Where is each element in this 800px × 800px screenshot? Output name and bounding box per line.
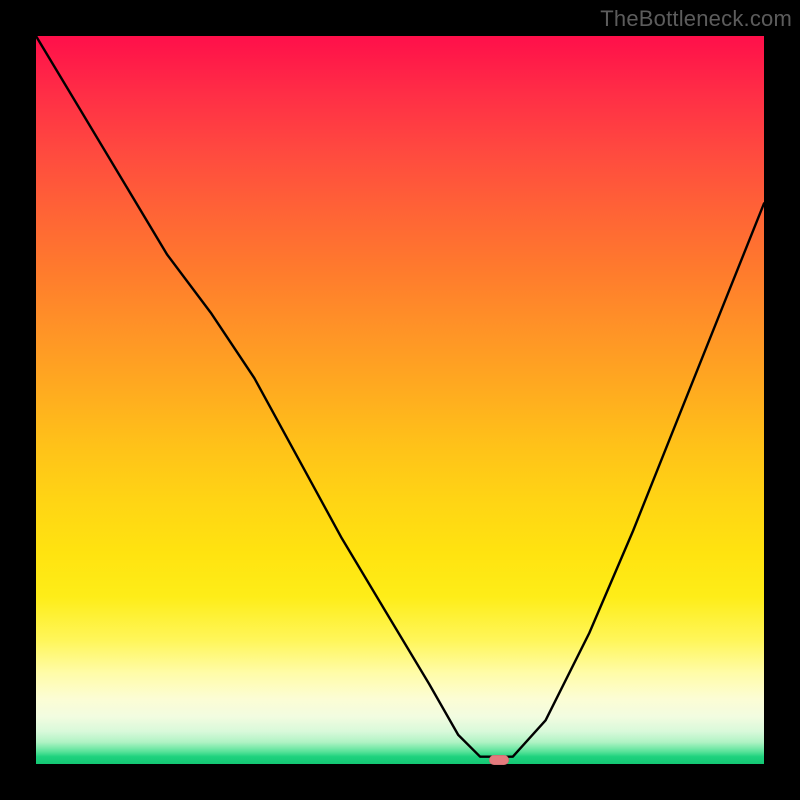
optimum-marker — [489, 755, 509, 765]
plot-background-gradient — [36, 36, 764, 764]
chart-frame: TheBottleneck.com — [0, 0, 800, 800]
watermark-text: TheBottleneck.com — [600, 6, 792, 32]
